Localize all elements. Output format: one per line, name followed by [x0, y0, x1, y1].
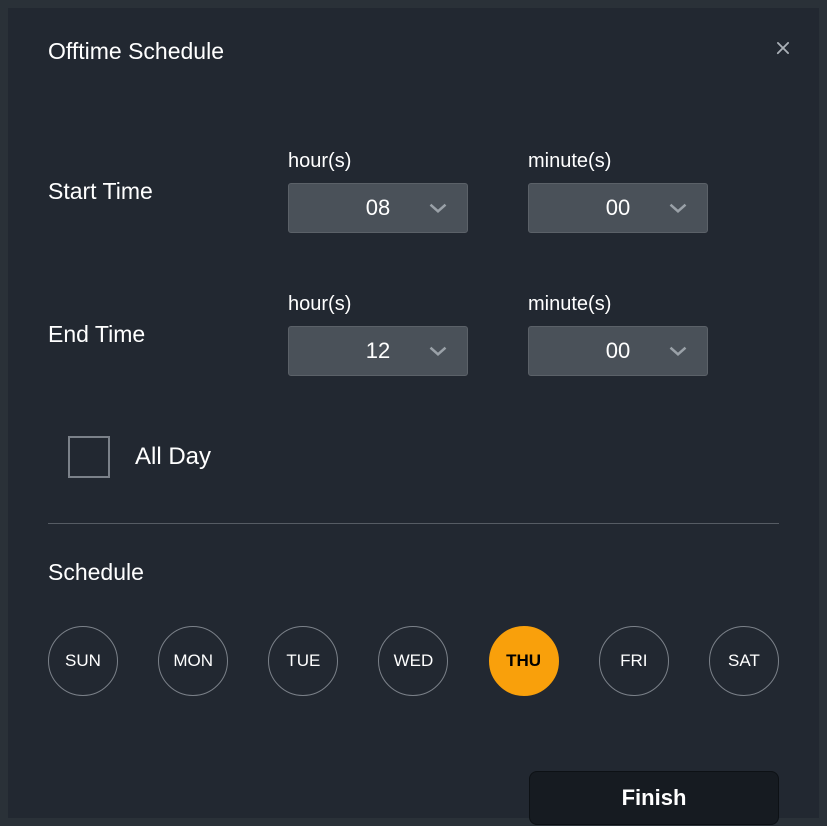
divider — [48, 523, 779, 524]
all-day-row: All Day — [48, 436, 779, 478]
start-time-label: Start Time — [48, 178, 288, 205]
chevron-down-icon — [667, 340, 689, 362]
start-hour-value: 08 — [366, 195, 390, 221]
day-thu[interactable]: THU — [489, 626, 559, 696]
close-icon — [772, 37, 794, 64]
day-wed[interactable]: WED — [378, 626, 448, 696]
start-minute-select[interactable]: 00 — [528, 183, 708, 233]
all-day-checkbox[interactable] — [68, 436, 110, 478]
schedule-days-row: SUN MON TUE WED THU FRI SAT — [48, 626, 779, 696]
close-button[interactable] — [769, 36, 797, 64]
end-hour-select[interactable]: 12 — [288, 326, 468, 376]
chevron-down-icon — [667, 197, 689, 219]
schedule-title: Schedule — [48, 559, 779, 586]
end-time-row: End Time hour(s) 12 minute(s) 00 — [48, 293, 779, 376]
start-hour-label: hour(s) — [288, 150, 468, 173]
chevron-down-icon — [427, 340, 449, 362]
offtime-schedule-modal: Offtime Schedule Start Time hour(s) 08 m… — [8, 8, 819, 818]
all-day-label: All Day — [135, 443, 211, 471]
finish-button[interactable]: Finish — [529, 771, 779, 825]
day-sun[interactable]: SUN — [48, 626, 118, 696]
end-hour-label: hour(s) — [288, 293, 468, 316]
finish-button-label: Finish — [622, 785, 687, 811]
start-minute-label: minute(s) — [528, 150, 708, 173]
end-minute-value: 00 — [606, 338, 630, 364]
end-minute-select[interactable]: 00 — [528, 326, 708, 376]
modal-title: Offtime Schedule — [48, 38, 779, 65]
day-fri[interactable]: FRI — [599, 626, 669, 696]
start-hour-select[interactable]: 08 — [288, 183, 468, 233]
start-minute-value: 00 — [606, 195, 630, 221]
end-minute-label: minute(s) — [528, 293, 708, 316]
end-time-label: End Time — [48, 321, 288, 348]
start-time-row: Start Time hour(s) 08 minute(s) 00 — [48, 150, 779, 233]
day-sat[interactable]: SAT — [709, 626, 779, 696]
day-mon[interactable]: MON — [158, 626, 228, 696]
chevron-down-icon — [427, 197, 449, 219]
end-hour-value: 12 — [366, 338, 390, 364]
day-tue[interactable]: TUE — [268, 626, 338, 696]
